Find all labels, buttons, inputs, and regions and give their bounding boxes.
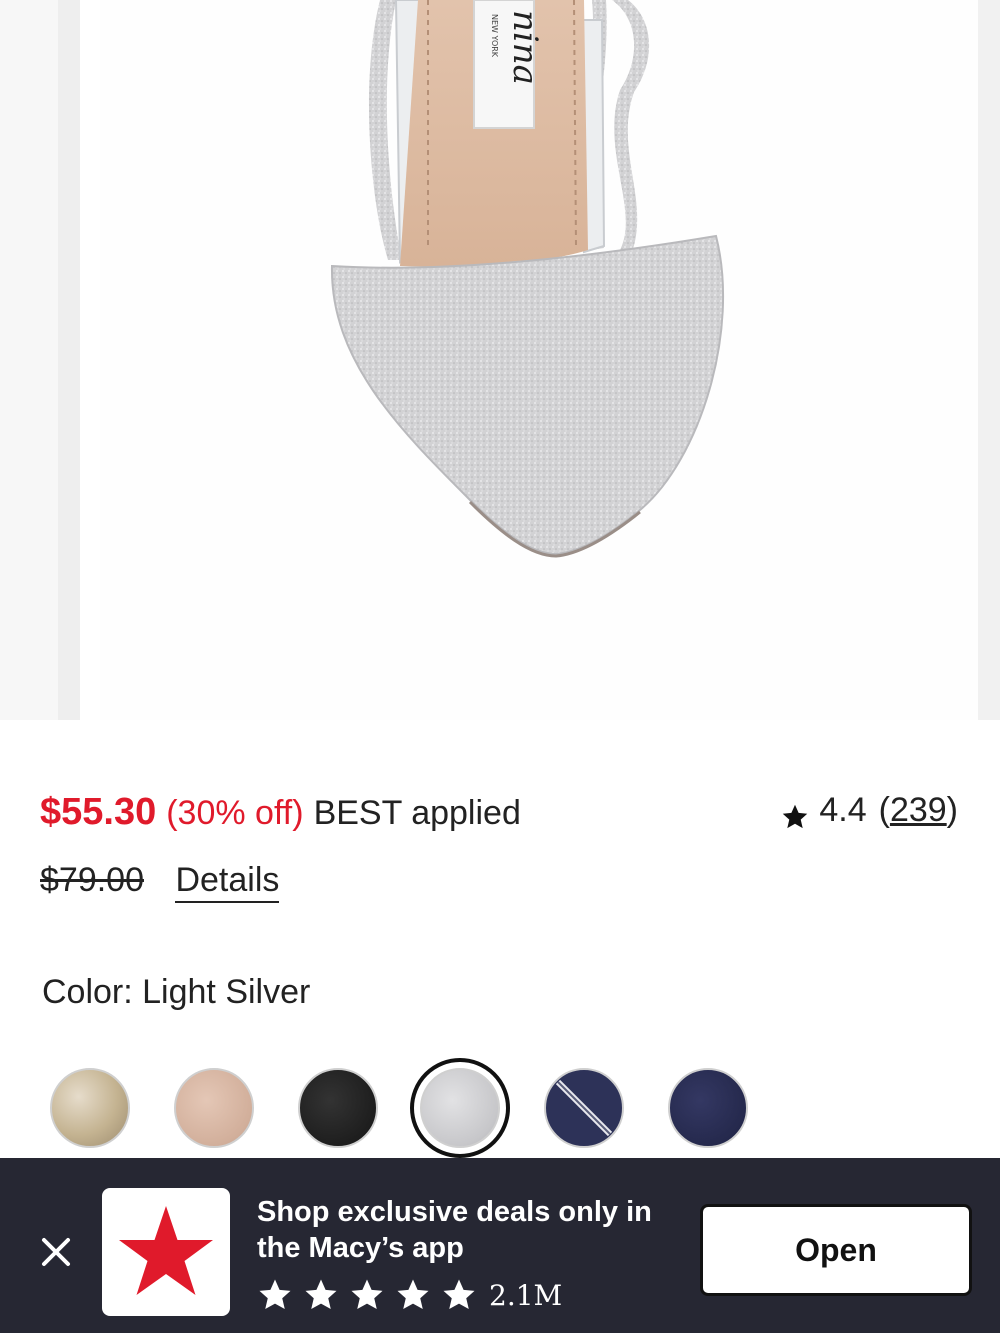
review-count-open: (: [878, 791, 890, 829]
download-count: 2.1M: [489, 1278, 563, 1312]
swatch-black[interactable]: [298, 1068, 378, 1148]
banner-message: Shop exclusive deals only in the Macy’s …: [257, 1196, 652, 1264]
swatch-light-silver[interactable]: [420, 1068, 500, 1148]
swatch-gold-glitter[interactable]: [50, 1068, 130, 1148]
brand-label-text: nina: [505, 10, 545, 85]
sale-price: $55.30: [40, 791, 157, 833]
close-icon[interactable]: [34, 1230, 78, 1274]
star-icon: [305, 1279, 337, 1310]
macys-app-logo[interactable]: [102, 1188, 230, 1316]
promo-applied-text: BEST applied: [313, 794, 521, 832]
swatch-blush[interactable]: [174, 1068, 254, 1148]
star-icon: [443, 1279, 475, 1310]
app-promo-banner: Shop exclusive deals only in the Macy’s …: [0, 1158, 1000, 1333]
price-details-link[interactable]: Details: [175, 861, 280, 903]
app-rating-stars: 2.1M: [257, 1278, 562, 1312]
original-price: $79.00: [40, 861, 144, 899]
brand-label-sub: NEW YORK: [490, 14, 499, 58]
swatch-navy[interactable]: [668, 1068, 748, 1148]
product-page: nina NEW YORK $55.30 (30% off) BEST applie…: [0, 0, 1000, 1333]
star-icon: [781, 796, 809, 829]
original-price-row: $79.00 Details: [40, 856, 280, 904]
color-label: Color: Light Silver: [42, 973, 311, 1011]
rating-value: 4.4: [819, 791, 867, 829]
discount-percent: (30% off): [166, 794, 304, 832]
star-icon: [351, 1279, 383, 1310]
price-row: $55.30 (30% off) BEST applied: [40, 786, 521, 839]
star-icon: [397, 1279, 429, 1310]
review-count-link[interactable]: 239: [890, 786, 947, 834]
rating-summary[interactable]: 4.4 (239): [781, 786, 958, 834]
unavailable-slash-icon: [555, 1079, 613, 1137]
swatch-navy-unavailable[interactable]: [544, 1068, 624, 1148]
open-app-button[interactable]: Open: [700, 1204, 972, 1296]
macys-star-icon: [119, 1206, 213, 1295]
star-icon: [259, 1279, 291, 1310]
shoe-illustration: nina NEW YORK: [330, 0, 725, 558]
product-image-carousel[interactable]: nina NEW YORK: [0, 0, 1000, 720]
review-count-close: ): [946, 791, 958, 829]
